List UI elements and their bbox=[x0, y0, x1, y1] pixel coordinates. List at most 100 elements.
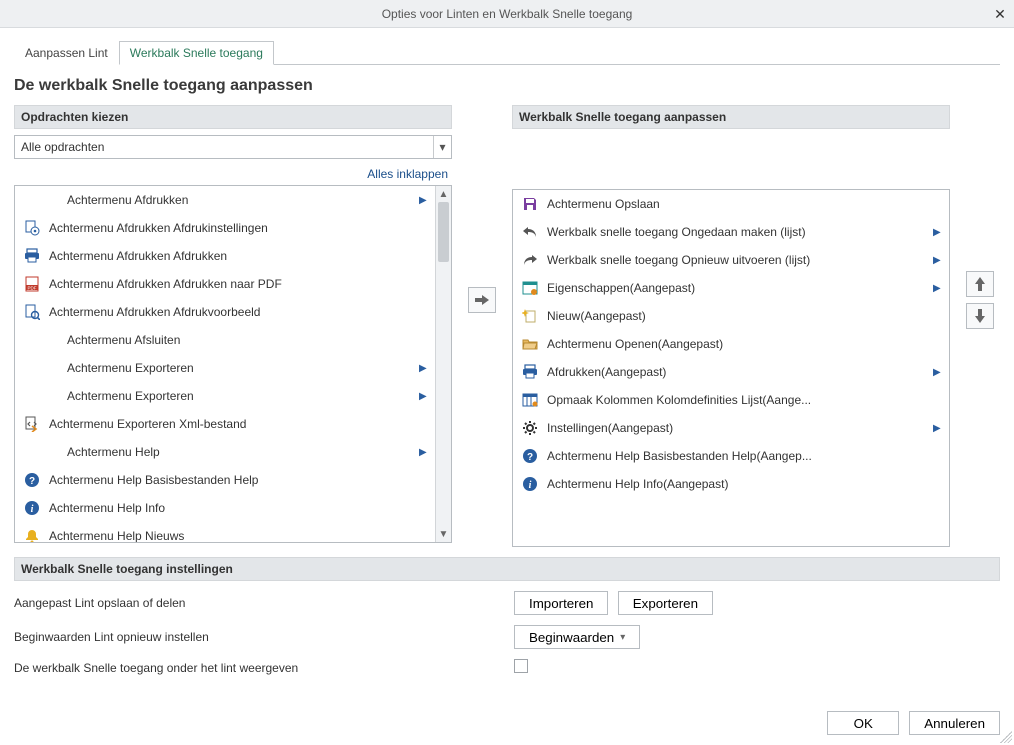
list-item[interactable]: i Achtermenu Help Info(Aangepast) bbox=[513, 470, 949, 498]
list-item-label: Achtermenu Exporteren Xml-bestand bbox=[49, 417, 411, 431]
list-item-label: Achtermenu Afdrukken Afdrukken naar PDF bbox=[49, 277, 411, 291]
list-item-label: Achtermenu Help Info(Aangepast) bbox=[547, 477, 925, 491]
chevron-down-icon: ▾ bbox=[433, 136, 451, 158]
properties-icon bbox=[521, 279, 539, 297]
window-title: Opties voor Linten en Werkbalk Snelle to… bbox=[382, 7, 633, 21]
svg-text:?: ? bbox=[527, 452, 533, 463]
list-item[interactable]: iAchtermenu Help Info bbox=[15, 494, 435, 522]
move-up-button[interactable] bbox=[966, 271, 994, 297]
scroll-up-icon[interactable]: ▲ bbox=[436, 186, 451, 202]
list-item-label: Achtermenu Help Nieuws bbox=[49, 529, 411, 542]
blank-icon bbox=[41, 191, 59, 209]
list-item[interactable]: Achtermenu Openen(Aangepast) bbox=[513, 330, 949, 358]
list-item-label: Werkbalk snelle toegang Ongedaan maken (… bbox=[547, 225, 925, 239]
list-item-label: Achtermenu Afsluiten bbox=[67, 333, 411, 347]
list-item-label: Achtermenu Afdrukken bbox=[67, 193, 411, 207]
scroll-track[interactable] bbox=[436, 202, 451, 526]
list-item[interactable]: Eigenschappen(Aangepast) ▶ bbox=[513, 274, 949, 302]
list-item[interactable]: Achtermenu Exporteren▶ bbox=[15, 354, 435, 382]
list-item[interactable]: Afdrukken(Aangepast)▶ bbox=[513, 358, 949, 386]
list-item-label: Achtermenu Exporteren bbox=[67, 361, 411, 375]
preview-icon bbox=[23, 303, 41, 321]
printer-icon bbox=[521, 363, 539, 381]
list-item[interactable]: Werkbalk snelle toegang Ongedaan maken (… bbox=[513, 218, 949, 246]
expand-icon: ▶ bbox=[419, 447, 427, 458]
blank-icon bbox=[41, 331, 59, 349]
list-item[interactable]: Achtermenu Afdrukken Afdrukken bbox=[15, 242, 435, 270]
expand-icon: ▶ bbox=[933, 423, 941, 434]
bell-icon bbox=[23, 527, 41, 542]
section-choose-commands: Opdrachten kiezen bbox=[14, 105, 452, 129]
list-item-label: Achtermenu Help bbox=[67, 445, 411, 459]
list-item-label: Achtermenu Exporteren bbox=[67, 389, 411, 403]
close-button[interactable]: ✕ bbox=[990, 4, 1010, 24]
scroll-thumb[interactable] bbox=[438, 202, 449, 262]
list-item[interactable]: Achtermenu Afdrukken Afdrukinstellingen bbox=[15, 214, 435, 242]
expand-icon: ▶ bbox=[419, 195, 427, 206]
ok-button[interactable]: OK bbox=[827, 711, 899, 735]
pdf-icon: PDF bbox=[23, 275, 41, 293]
commands-combo[interactable]: Alle opdrachten ▾ bbox=[14, 135, 452, 159]
cancel-button[interactable]: Annuleren bbox=[909, 711, 1000, 735]
qat-listbox[interactable]: Achtermenu Opslaan Werkbalk snelle toegan… bbox=[512, 189, 950, 547]
list-item[interactable]: Achtermenu Exporteren Xml-bestand bbox=[15, 410, 435, 438]
columns-icon bbox=[521, 391, 539, 409]
list-item[interactable]: ? Achtermenu Help Basisbestanden Help(Aan… bbox=[513, 442, 949, 470]
redo-icon bbox=[521, 251, 539, 269]
section-qat-settings: Werkbalk Snelle toegang instellingen bbox=[14, 557, 1000, 581]
list-item[interactable]: Achtermenu Afdrukken Afdrukvoorbeeld bbox=[15, 298, 435, 326]
collapse-all-link[interactable]: Alles inklappen bbox=[14, 165, 452, 185]
list-item-label: Achtermenu Afdrukken Afdrukinstellingen bbox=[49, 221, 411, 235]
svg-text:i: i bbox=[31, 504, 34, 515]
info-circle-icon: i bbox=[23, 499, 41, 517]
list-item[interactable]: PDF Achtermenu Afdrukken Afdrukken naar P… bbox=[15, 270, 435, 298]
button-label: Importeren bbox=[529, 596, 593, 611]
list-item[interactable]: Achtermenu Help Nieuws bbox=[15, 522, 435, 542]
scrollbar[interactable]: ▲ ▼ bbox=[435, 186, 451, 542]
new-icon bbox=[521, 307, 539, 325]
list-item[interactable]: Achtermenu Afsluiten bbox=[15, 326, 435, 354]
tab-label: Werkbalk Snelle toegang bbox=[130, 46, 263, 60]
help-circle-icon: ? bbox=[521, 447, 539, 465]
list-item[interactable]: Achtermenu Exporteren ▶ bbox=[15, 382, 435, 410]
list-item[interactable]: Achtermenu Afdrukken ▶ bbox=[15, 186, 435, 214]
info-circle-icon: i bbox=[521, 475, 539, 493]
scroll-down-icon[interactable]: ▼ bbox=[436, 526, 451, 542]
commands-listbox[interactable]: Achtermenu Afdrukken▶Achtermenu Afdrukke… bbox=[14, 185, 452, 543]
list-item[interactable]: Nieuw(Aangepast) bbox=[513, 302, 949, 330]
show-below-label: De werkbalk Snelle toegang onder het lin… bbox=[14, 661, 514, 675]
list-item-label: Eigenschappen(Aangepast) bbox=[547, 281, 925, 295]
expand-icon: ▶ bbox=[933, 367, 941, 378]
list-item[interactable]: ?Achtermenu Help Basisbestanden Help bbox=[15, 466, 435, 494]
list-item[interactable]: Werkbalk snelle toegang Opnieuw uitvoere… bbox=[513, 246, 949, 274]
reorder-column bbox=[960, 105, 1000, 495]
save-share-label: Aangepast Lint opslaan of delen bbox=[14, 596, 514, 610]
reset-defaults-button[interactable]: Beginwaarden bbox=[514, 625, 640, 649]
list-item[interactable]: Achtermenu Help ▶ bbox=[15, 438, 435, 466]
list-item-label: Achtermenu Openen(Aangepast) bbox=[547, 337, 925, 351]
page-title: De werkbalk Snelle toegang aanpassen bbox=[14, 77, 1000, 95]
save-icon bbox=[521, 195, 539, 213]
expand-icon: ▶ bbox=[419, 391, 427, 402]
import-button[interactable]: Importeren bbox=[514, 591, 608, 615]
move-down-button[interactable] bbox=[966, 303, 994, 329]
list-item[interactable]: Opmaak Kolommen Kolomdefinities Lijst(Aa… bbox=[513, 386, 949, 414]
list-item[interactable]: Instellingen(Aangepast)▶ bbox=[513, 414, 949, 442]
blank-icon bbox=[41, 359, 59, 377]
list-item-label: Achtermenu Help Basisbestanden Help bbox=[49, 473, 411, 487]
tab-quick-access-toolbar[interactable]: Werkbalk Snelle toegang bbox=[119, 41, 274, 65]
show-below-checkbox[interactable] bbox=[514, 659, 528, 673]
list-item-label: Nieuw(Aangepast) bbox=[547, 309, 925, 323]
left-column: Opdrachten kiezen Alle opdrachten ▾ Alle… bbox=[14, 105, 452, 543]
button-label: Beginwaarden bbox=[529, 630, 614, 645]
transfer-column bbox=[462, 105, 502, 495]
title-bar: Opties voor Linten en Werkbalk Snelle to… bbox=[0, 0, 1014, 28]
tab-customize-ribbon[interactable]: Aanpassen Lint bbox=[14, 41, 119, 65]
expand-icon: ▶ bbox=[933, 283, 941, 294]
add-button[interactable] bbox=[468, 287, 496, 313]
export-button[interactable]: Exporteren bbox=[618, 591, 713, 615]
resize-grip[interactable] bbox=[1000, 731, 1012, 743]
list-item[interactable]: Achtermenu Opslaan bbox=[513, 190, 949, 218]
list-item-label: Achtermenu Help Basisbestanden Help(Aang… bbox=[547, 449, 925, 463]
right-column: Werkbalk Snelle toegang aanpassen Achter… bbox=[512, 105, 950, 547]
